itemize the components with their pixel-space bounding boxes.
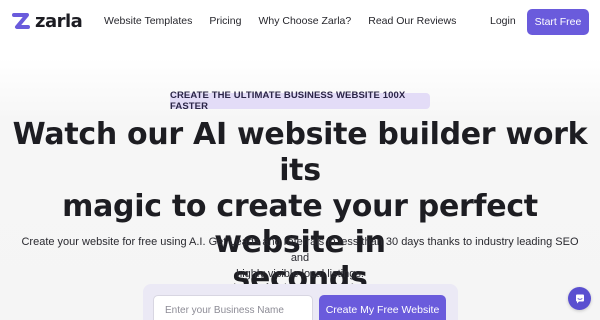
hero-eyebrow-badge: CREATE THE ULTIMATE BUSINESS WEBSITE 100… [170,90,430,112]
hero-subtext: Create your website for free using A.I. … [20,234,580,282]
zarla-logo[interactable]: zarla [11,10,83,32]
nav-link-pricing[interactable]: Pricing [209,15,241,27]
nav-link-website-templates[interactable]: Website Templates [104,15,192,27]
brand-name: zarla [35,10,83,32]
nav-link-why-choose-zarla[interactable]: Why Choose Zarla? [258,15,351,27]
start-free-button[interactable]: Start Free [527,9,589,35]
login-link[interactable]: Login [490,15,516,27]
business-name-input[interactable] [153,295,313,320]
hero-headline-line: Watch our AI website builder work its [12,117,588,188]
chat-button[interactable] [568,287,591,310]
nav-link-read-our-reviews[interactable]: Read Our Reviews [368,15,456,27]
hero-subtext-line: highly visible local listings. [236,268,364,280]
hero-subtext-line: Create your website for free using A.I. … [21,236,579,264]
zarla-logo-icon [12,13,30,29]
create-free-website-button[interactable]: Create My Free Website [319,295,446,320]
top-navbar: zarla Website Templates Pricing Why Choo… [0,0,600,44]
chat-icon [575,294,584,303]
nav-links: Website Templates Pricing Why Choose Zar… [104,15,456,27]
